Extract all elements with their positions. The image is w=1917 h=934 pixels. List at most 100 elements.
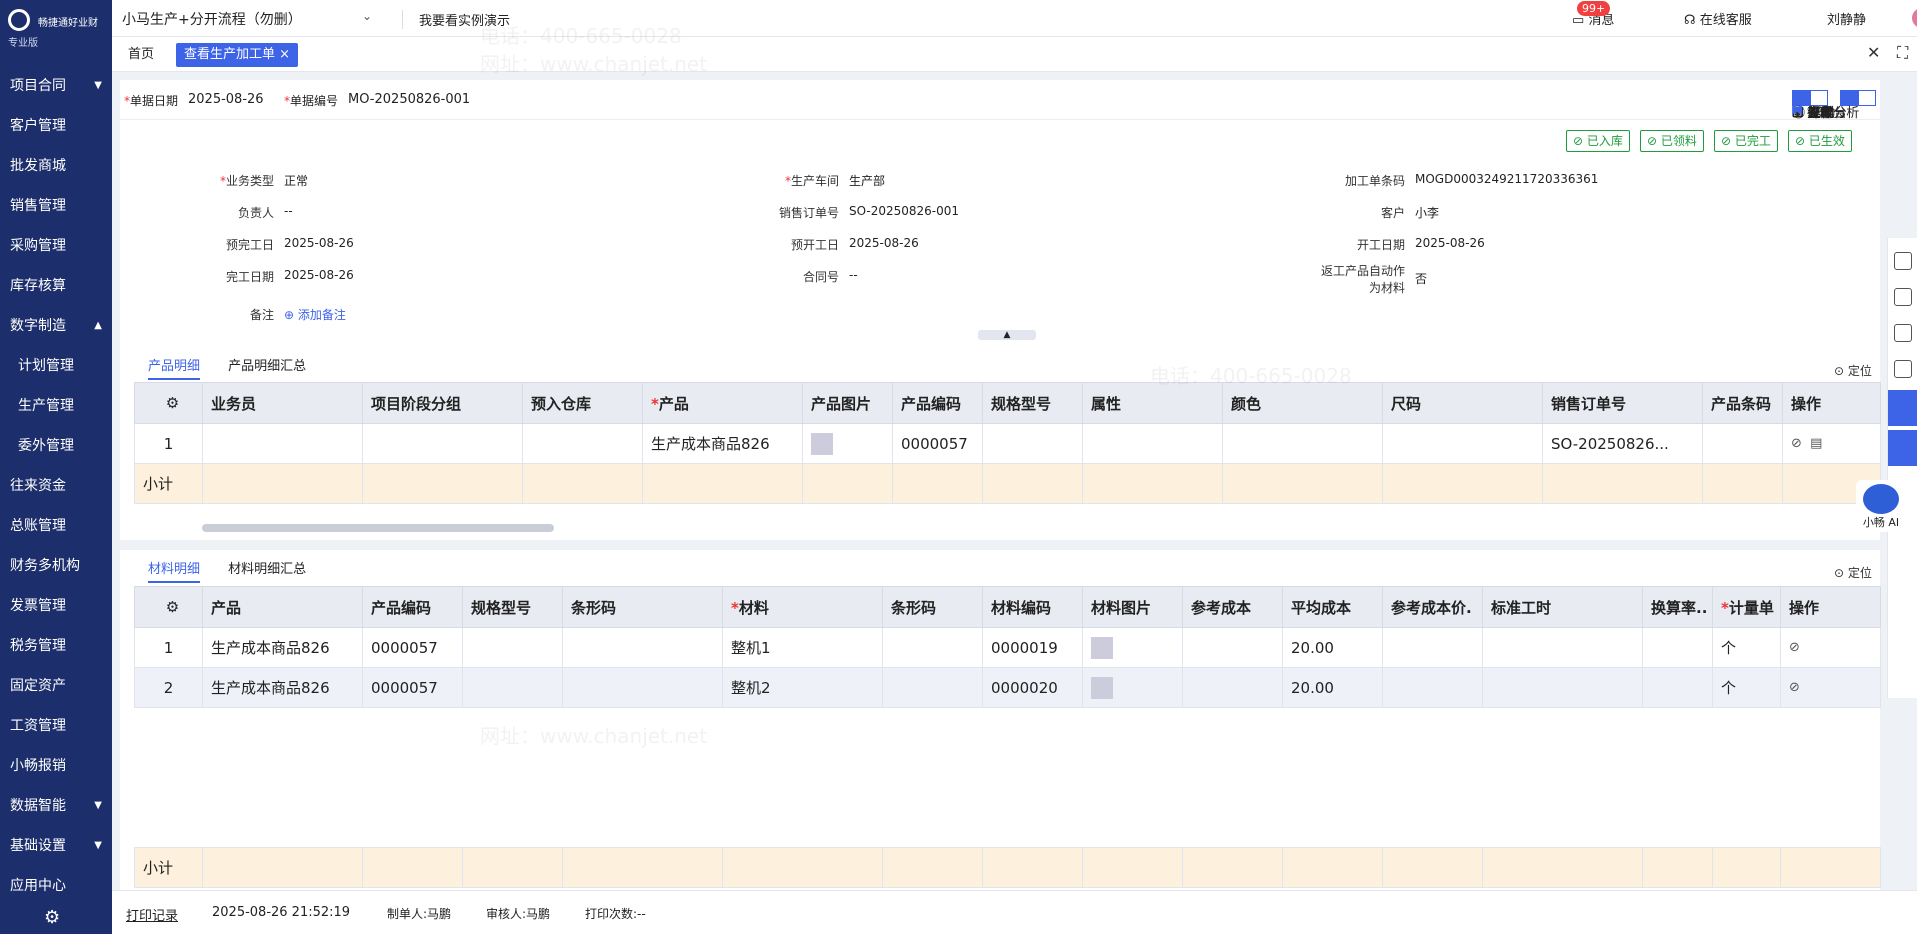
copy-row-icon[interactable]: ▤ [1810, 436, 1822, 451]
cell[interactable] [1382, 423, 1543, 464]
cell[interactable] [882, 627, 983, 668]
sidebar-item-wholesale[interactable]: 批发商城 [0, 146, 112, 186]
column-header[interactable]: *材料 [722, 586, 883, 628]
field-value[interactable]: 2025-08-26 [284, 236, 354, 250]
column-header[interactable]: 属性 [1082, 382, 1223, 424]
cell-product[interactable]: 生产成本商品826 [202, 667, 363, 708]
document-icon[interactable] [1894, 324, 1912, 342]
sidebar-item-assets[interactable]: 固定资产 [0, 666, 112, 706]
column-header[interactable]: 产品条码 [1702, 382, 1783, 424]
field-value[interactable]: SO-20250826-001 [849, 204, 959, 218]
column-header[interactable]: 产品图片 [802, 382, 893, 424]
add-note-link[interactable]: ⊕ 添加备注 [284, 306, 346, 323]
column-header[interactable]: 标准工时 [1482, 586, 1643, 628]
column-header[interactable]: 规格型号 [462, 586, 563, 628]
sidebar-item-purchase[interactable]: 采购管理 [0, 226, 112, 266]
tab-production-order[interactable]: 查看生产加工单 × [176, 43, 299, 67]
locate-button[interactable]: ⊙ 定位 [1834, 564, 1872, 581]
column-header[interactable]: *计量单 [1712, 586, 1781, 628]
sidebar-item-sales[interactable]: 销售管理 [0, 186, 112, 226]
sidebar-item-plan[interactable]: 计划管理 [0, 346, 112, 386]
sidebar-item-manufacturing[interactable]: 数字制造 ▲ [0, 306, 112, 346]
tab-material-summary[interactable]: 材料明细汇总 [228, 562, 306, 577]
column-header[interactable]: 条形码 [882, 586, 983, 628]
cell-sales-order[interactable]: SO-20250826... [1542, 423, 1703, 464]
cell[interactable] [1382, 667, 1483, 708]
cell-product[interactable]: 生产成本商品826 [642, 423, 803, 464]
cell-code[interactable]: 0000057 [362, 667, 463, 708]
locate-button[interactable]: ⊙ 定位 [1834, 362, 1872, 379]
cell[interactable] [1642, 667, 1713, 708]
field-value[interactable]: MOGD0003249211720336361 [1415, 172, 1598, 186]
table-row[interactable]: 2 生产成本商品826 0000057 整机2 0000020 20.00 个 … [134, 667, 1881, 708]
cell[interactable] [1642, 627, 1713, 668]
field-value[interactable]: 2025-08-26 [849, 236, 919, 250]
tab-product-summary[interactable]: 产品明细汇总 [228, 359, 306, 374]
view-detail-icon[interactable] [1858, 90, 1876, 106]
cell-image[interactable] [1082, 667, 1183, 708]
sidebar-item-invoice[interactable]: 发票管理 [0, 586, 112, 626]
sidebar-item-multi-org[interactable]: 财务多机构 [0, 546, 112, 586]
sidebar-item-production[interactable]: 生产管理 [0, 386, 112, 426]
next-arrow-icon[interactable]: ▶ [1792, 102, 1802, 117]
column-header[interactable]: 规格型号 [982, 382, 1083, 424]
column-header[interactable]: 预入仓库 [522, 382, 643, 424]
link-icon[interactable] [1894, 252, 1912, 270]
column-header[interactable]: 产品编码 [892, 382, 983, 424]
cell-material[interactable]: 整机1 [722, 627, 883, 668]
gear-icon[interactable]: ⚙ [44, 907, 60, 928]
flow-icon[interactable] [1888, 390, 1917, 426]
cell-image[interactable] [1082, 627, 1183, 668]
close-icon[interactable]: ✕ [1867, 43, 1880, 62]
sidebar-item-expense[interactable]: 小畅报销 [0, 746, 112, 786]
column-header[interactable]: 项目阶段分组 [362, 382, 523, 424]
print-record-link[interactable]: 打印记录 [126, 905, 178, 924]
field-value[interactable]: 否 [1415, 270, 1427, 287]
sidebar-item-settings[interactable]: 基础设置 ▼ [0, 826, 112, 866]
field-value[interactable]: 正常 [284, 172, 308, 189]
column-header[interactable]: 业务员 [202, 382, 363, 424]
cell[interactable] [462, 667, 563, 708]
sidebar-item-funds[interactable]: 往来资金 [0, 466, 112, 506]
sidebar-item-tax[interactable]: 税务管理 [0, 626, 112, 666]
cell[interactable] [1382, 627, 1483, 668]
cell[interactable] [1182, 627, 1283, 668]
ai-assistant-button[interactable]: 小畅 AI [1856, 480, 1906, 532]
disable-icon[interactable]: ⊘ [1791, 436, 1802, 451]
column-header[interactable]: 尺码 [1382, 382, 1543, 424]
field-value[interactable]: 2025-08-26 [1415, 236, 1485, 250]
sidebar-item-outsource[interactable]: 委外管理 [0, 426, 112, 466]
user-name[interactable]: 刘静静 [1827, 9, 1866, 28]
field-value[interactable]: 小李 [1415, 204, 1439, 221]
sidebar-item-salary[interactable]: 工资管理 [0, 706, 112, 746]
sidebar-item-contract[interactable]: 项目合同 ▼ [0, 66, 112, 106]
table-row[interactable]: 1 生产成本商品826 0000057 SO-20250826... ⊘ ▤ [134, 423, 1881, 464]
tab-home[interactable]: 首页 [120, 43, 162, 67]
field-value[interactable]: -- [284, 204, 293, 218]
section-divider[interactable] [120, 540, 1880, 550]
sidebar-item-ledger[interactable]: 总账管理 [0, 506, 112, 546]
column-header[interactable]: 换算率.. [1642, 586, 1713, 628]
cell-unit[interactable]: 个 [1712, 667, 1781, 708]
fullscreen-icon[interactable]: ⛶ [1897, 43, 1908, 63]
sidebar-item-customer[interactable]: 客户管理 [0, 106, 112, 146]
sidebar-item-inventory[interactable]: 库存核算 [0, 266, 112, 306]
cell[interactable] [462, 627, 563, 668]
sidebar-item-data[interactable]: 数据智能 ▼ [0, 786, 112, 826]
column-header[interactable]: 产品 [202, 586, 363, 628]
field-value[interactable]: -- [849, 268, 858, 282]
settings-gear-icon[interactable]: ⚙ [134, 586, 203, 628]
cell-product[interactable]: 生产成本商品826 [202, 627, 363, 668]
column-header[interactable]: 颜色 [1222, 382, 1383, 424]
column-header[interactable]: 材料图片 [1082, 586, 1183, 628]
project-selector[interactable]: 小马生产+分开流程（勿删） ⌄ [122, 9, 372, 29]
cell-code[interactable]: 0000057 [362, 627, 463, 668]
cell[interactable] [1482, 627, 1643, 668]
disable-icon[interactable]: ⊘ [1780, 627, 1881, 668]
cell-avg-cost[interactable]: 20.00 [1282, 627, 1383, 668]
cell[interactable] [1222, 423, 1383, 464]
demo-link[interactable]: 我要看实例演示 [402, 10, 510, 29]
tab-material-detail[interactable]: 材料明细 [148, 562, 201, 583]
table-row[interactable]: 1 生产成本商品826 0000057 整机1 0000019 20.00 个 … [134, 627, 1881, 668]
cell-avg-cost[interactable]: 20.00 [1282, 667, 1383, 708]
